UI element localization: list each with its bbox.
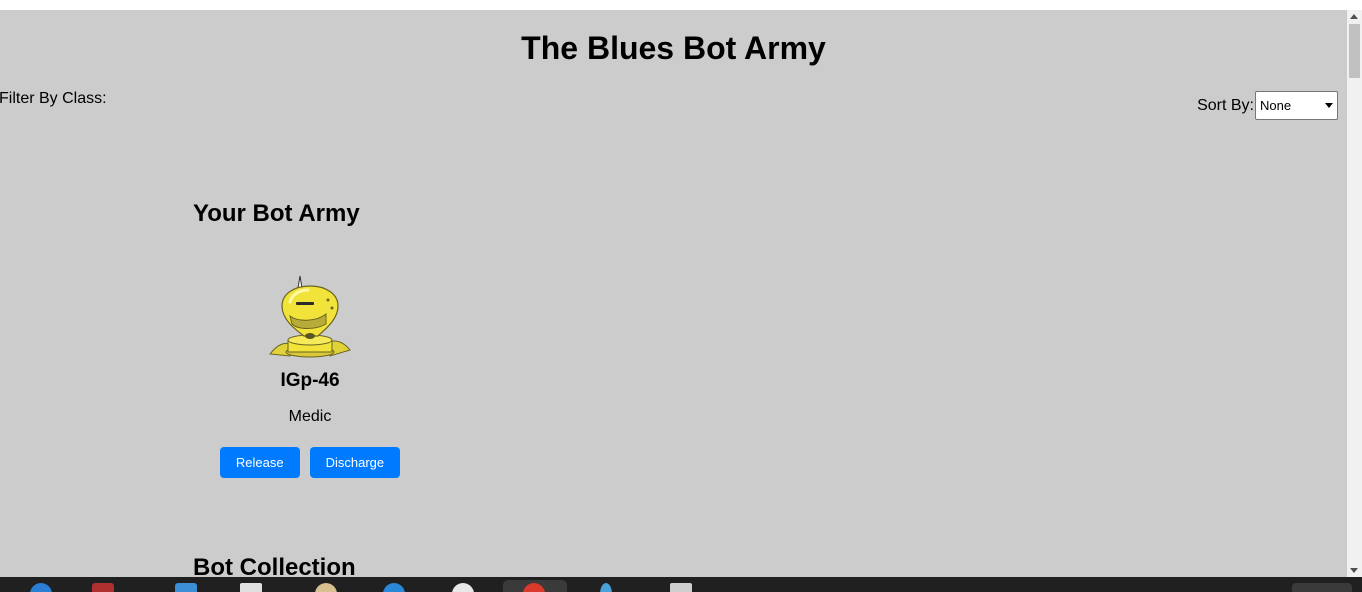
app-icon[interactable]: [452, 583, 474, 592]
scroll-down-icon[interactable]: [1350, 568, 1358, 573]
explorer-icon[interactable]: [175, 583, 197, 592]
sort-selected-value: None: [1260, 98, 1292, 113]
bot-card[interactable]: IGp-46 Medic Release Discharge: [210, 272, 410, 478]
bot-actions: Release Discharge: [210, 447, 410, 478]
discharge-button[interactable]: Discharge: [309, 447, 401, 478]
app-icon[interactable]: [383, 583, 405, 592]
page-title: The Blues Bot Army: [521, 30, 826, 66]
yellow-robot-avatar: [269, 275, 351, 358]
sort-control: Sort By: None: [1197, 91, 1338, 120]
file-icon[interactable]: [240, 583, 262, 592]
release-button[interactable]: Release: [219, 447, 300, 478]
app-icon[interactable]: [1292, 583, 1352, 592]
app-icon[interactable]: [92, 583, 114, 592]
edge-icon[interactable]: [30, 583, 52, 592]
filter-by-class-label: Filter By Class:: [0, 90, 107, 107]
scroll-up-icon[interactable]: [1350, 14, 1358, 19]
page-viewport: The Blues Bot Army Filter By Class: Sort…: [0, 10, 1347, 577]
vertical-scrollbar[interactable]: [1347, 10, 1362, 577]
bot-name: IGp-46: [280, 370, 340, 391]
chevron-down-icon: [1325, 103, 1333, 108]
scrollbar-thumb[interactable]: [1349, 24, 1360, 78]
app-icon[interactable]: [600, 583, 612, 592]
app-icon[interactable]: [670, 583, 692, 592]
bot-class: Medic: [288, 408, 332, 425]
bot-collection-heading: Bot Collection: [193, 554, 356, 577]
taskbar: [0, 577, 1362, 592]
sort-by-label: Sort By:: [1197, 96, 1254, 114]
your-bot-army-heading: Your Bot Army: [193, 200, 360, 227]
app-icon[interactable]: [315, 583, 337, 592]
sort-by-select[interactable]: None: [1255, 91, 1338, 120]
